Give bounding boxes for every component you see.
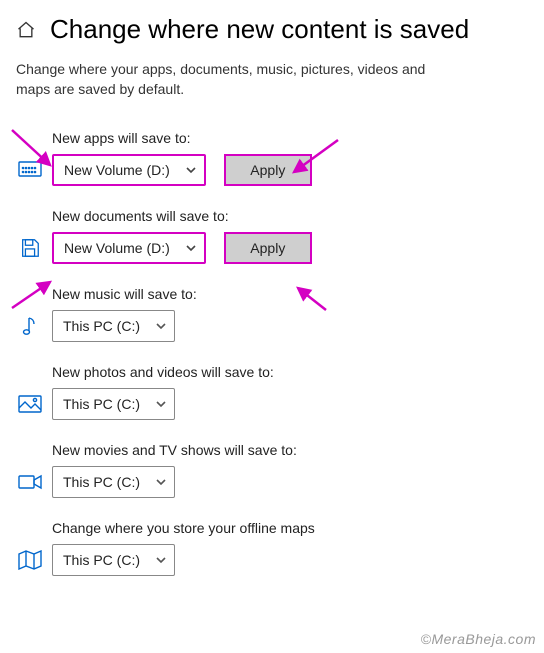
chevron-down-icon bbox=[148, 476, 174, 488]
dropdown-maps[interactable]: This PC (C:) bbox=[52, 544, 175, 576]
label-music: New music will save to: bbox=[52, 286, 544, 302]
section-photos: New photos and videos will save to: This… bbox=[0, 364, 544, 420]
chevron-down-icon bbox=[178, 164, 204, 176]
map-icon bbox=[16, 550, 44, 570]
dropdown-documents[interactable]: New Volume (D:) bbox=[52, 232, 206, 264]
label-maps: Change where you store your offline maps bbox=[52, 520, 544, 536]
dropdown-documents-value: New Volume (D:) bbox=[54, 240, 178, 256]
section-movies: New movies and TV shows will save to: Th… bbox=[0, 442, 544, 498]
music-note-icon bbox=[16, 315, 44, 337]
dropdown-apps-value: New Volume (D:) bbox=[54, 162, 178, 178]
dropdown-music[interactable]: This PC (C:) bbox=[52, 310, 175, 342]
dropdown-photos-value: This PC (C:) bbox=[53, 396, 148, 412]
label-apps: New apps will save to: bbox=[52, 130, 544, 146]
dropdown-photos[interactable]: This PC (C:) bbox=[52, 388, 175, 420]
label-documents: New documents will save to: bbox=[52, 208, 544, 224]
video-camera-icon bbox=[16, 474, 44, 490]
label-photos: New photos and videos will save to: bbox=[52, 364, 544, 380]
section-maps: Change where you store your offline maps… bbox=[0, 520, 544, 576]
dropdown-maps-value: This PC (C:) bbox=[53, 552, 148, 568]
dropdown-movies-value: This PC (C:) bbox=[53, 474, 148, 490]
chevron-down-icon bbox=[148, 320, 174, 332]
home-icon[interactable] bbox=[16, 20, 36, 40]
dropdown-apps[interactable]: New Volume (D:) bbox=[52, 154, 206, 186]
section-documents: New documents will save to: New Volume (… bbox=[0, 208, 544, 264]
label-movies: New movies and TV shows will save to: bbox=[52, 442, 544, 458]
watermark: ©MeraBheja.com bbox=[421, 631, 536, 647]
dropdown-movies[interactable]: This PC (C:) bbox=[52, 466, 175, 498]
section-music: New music will save to: This PC (C:) bbox=[0, 286, 544, 342]
section-apps: New apps will save to: New Volume (D:) bbox=[0, 130, 544, 186]
chevron-down-icon bbox=[178, 242, 204, 254]
chevron-down-icon bbox=[148, 554, 174, 566]
page-title: Change where new content is saved bbox=[50, 14, 469, 45]
chevron-down-icon bbox=[148, 398, 174, 410]
page-subtitle: Change where your apps, documents, music… bbox=[0, 53, 470, 108]
apps-icon bbox=[16, 161, 44, 179]
save-icon bbox=[16, 237, 44, 259]
photo-icon bbox=[16, 395, 44, 413]
dropdown-music-value: This PC (C:) bbox=[53, 318, 148, 334]
apply-button-documents[interactable]: Apply bbox=[224, 232, 312, 264]
apply-button-apps[interactable]: Apply bbox=[224, 154, 312, 186]
